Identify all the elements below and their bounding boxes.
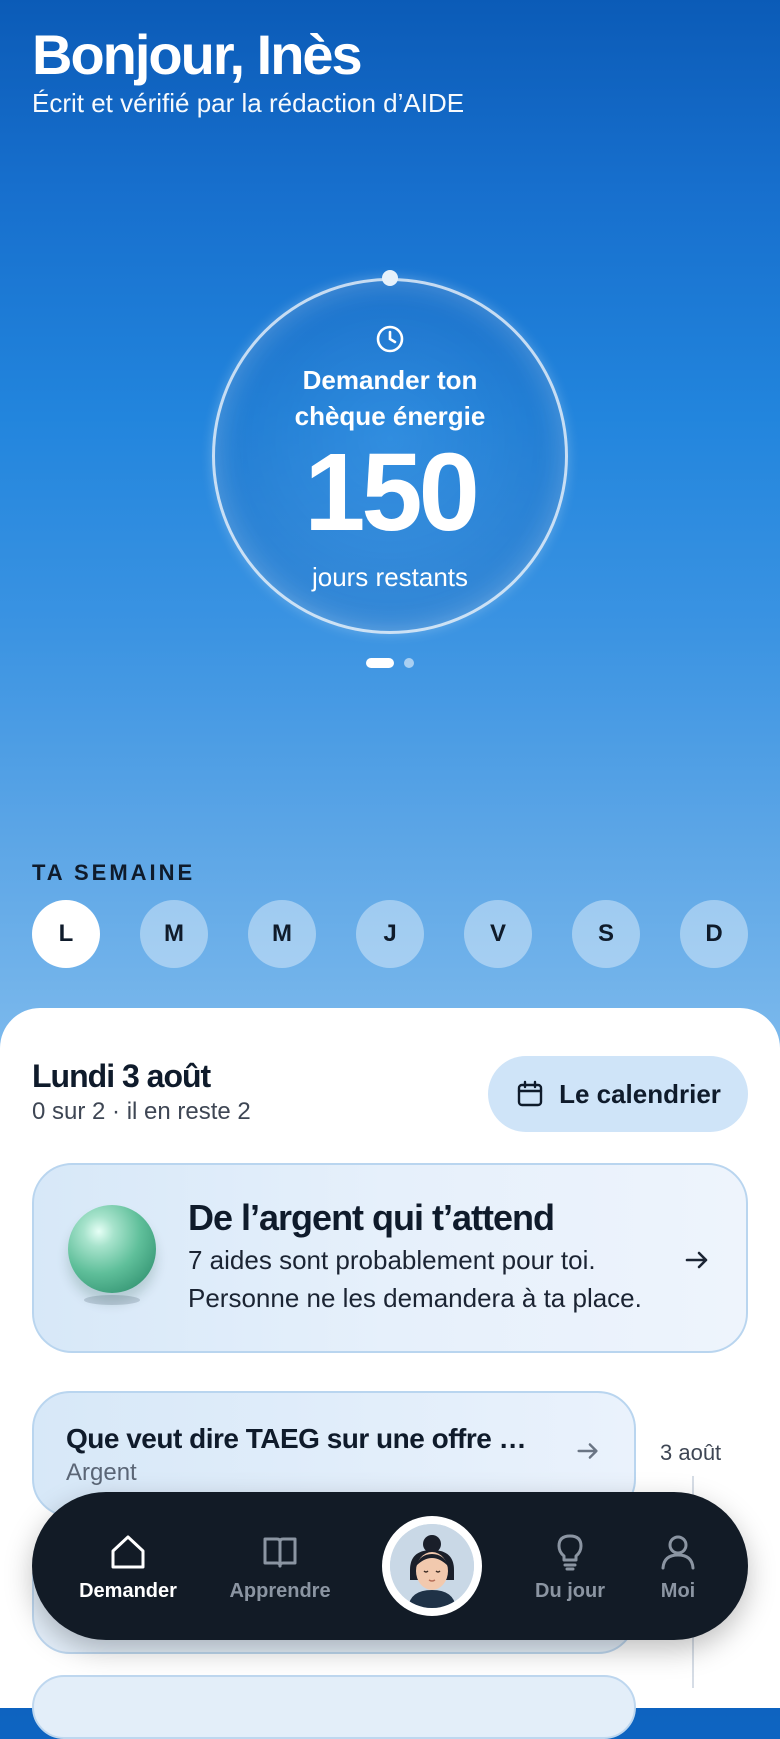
tab-label: Moi: [660, 1580, 696, 1602]
book-icon: [263, 1537, 297, 1568]
clock-icon: [376, 325, 404, 353]
calendar-icon: [517, 1080, 543, 1107]
day-wednesday[interactable]: M: [248, 900, 316, 968]
tab-label: Demander: [79, 1580, 177, 1602]
date-title: Lundi 3 août: [32, 1058, 211, 1094]
greeting-block: Bonjour, Inès Écrit et vérifié par la ré…: [32, 22, 464, 118]
avatar: [390, 1524, 474, 1608]
user-icon: [661, 1535, 695, 1570]
feed-card-title: Que veut dire TAEG sur une offre …: [66, 1423, 527, 1454]
home-icon: [111, 1535, 145, 1569]
feed-card-category: Argent: [66, 1459, 137, 1486]
orb-illustration: [68, 1205, 156, 1293]
page-indicator-active[interactable]: [366, 658, 394, 668]
ring-progress-dot: [382, 270, 398, 286]
day-sunday[interactable]: D: [680, 900, 748, 968]
page-indicator-dot[interactable]: [404, 658, 414, 668]
countdown-unit: jours restants: [311, 562, 469, 592]
assistant-avatar-button[interactable]: [382, 1516, 482, 1616]
feed-card-partial[interactable]: [32, 1675, 636, 1739]
bottom-nav: Demander Apprendre Du jour Moi: [32, 1492, 748, 1640]
day-thursday[interactable]: J: [356, 900, 424, 968]
orb-shadow: [84, 1295, 140, 1305]
feed-card-date: 3 août: [660, 1440, 722, 1465]
countdown-label: Demander ton chèque énergie: [212, 362, 568, 434]
calendar-button[interactable]: Le calendrier: [488, 1056, 748, 1132]
countdown-ring[interactable]: Demander ton chèque énergie 150 jours re…: [212, 270, 568, 634]
money-card-line1: 7 aides sont probablement pour toi.: [188, 1245, 596, 1275]
day-friday[interactable]: V: [464, 900, 532, 968]
countdown-value: 150: [304, 431, 480, 554]
countdown-label-line2: chèque énergie: [294, 401, 486, 431]
tab-label: Apprendre: [229, 1580, 331, 1602]
day-monday[interactable]: L: [32, 900, 100, 968]
tab-du-jour[interactable]: Du jour: [510, 1532, 630, 1603]
calendar-button-label: Le calendrier: [559, 1078, 721, 1109]
arrow-right-icon: [577, 1443, 598, 1459]
countdown-label-line1: Demander ton: [302, 365, 478, 395]
money-card[interactable]: De l’argent qui t’attend 7 aides sont pr…: [32, 1163, 748, 1353]
tab-label: Du jour: [535, 1580, 605, 1602]
tab-moi[interactable]: Moi: [618, 1532, 738, 1603]
money-card-line2: Personne ne les demandera à ta place.: [188, 1283, 642, 1313]
week-title: TA SEMAINE: [32, 860, 196, 885]
lightbulb-icon: [557, 1534, 583, 1571]
arrow-right-icon: [685, 1251, 708, 1269]
date-progress: 0 sur 2 · il en reste 2: [32, 1098, 251, 1125]
money-card-title: De l’argent qui t’attend: [188, 1197, 555, 1238]
avatar-illustration: [390, 1524, 474, 1608]
week-days: L M M J V S D: [32, 900, 748, 968]
tab-apprendre[interactable]: Apprendre: [220, 1532, 340, 1603]
tab-demander[interactable]: Demander: [68, 1532, 188, 1603]
page-title: Bonjour, Inès: [32, 23, 363, 86]
day-saturday[interactable]: S: [572, 900, 640, 968]
day-tuesday[interactable]: M: [140, 900, 208, 968]
page-subtitle: Écrit et vérifié par la rédaction d’AIDE: [32, 88, 465, 118]
